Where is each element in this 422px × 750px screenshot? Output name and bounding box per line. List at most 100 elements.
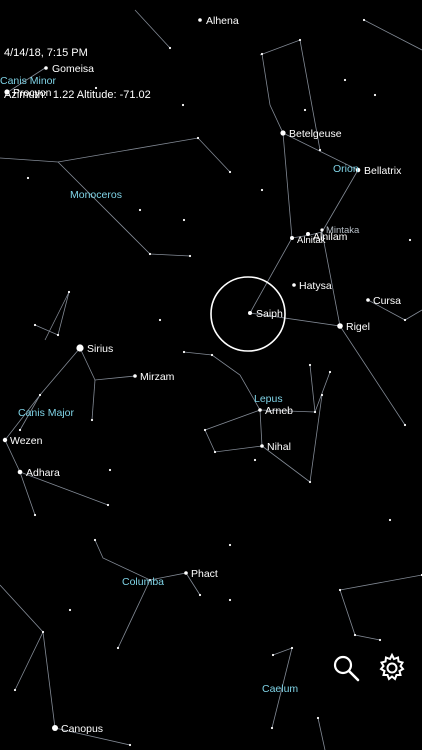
star-map[interactable]: Alhena GomeisaProcyon Betelgeuse Bellatrix M…	[0, 0, 422, 750]
faint-star	[308, 363, 312, 367]
faint-star	[271, 653, 275, 657]
star-procyon[interactable]	[4, 89, 10, 95]
faint-star	[320, 393, 324, 397]
constellation-label-columba: Columba	[122, 576, 164, 588]
faint-star	[94, 86, 98, 90]
star-label-wezen: Wezen	[10, 435, 43, 447]
gear-icon[interactable]	[376, 652, 408, 684]
faint-star	[362, 18, 366, 22]
constellation-label-caelum: Caelum	[262, 683, 298, 695]
star-label-canopus: Canopus	[61, 723, 103, 735]
faint-star	[373, 93, 377, 97]
constellation-label-lepus: Lepus	[254, 393, 283, 405]
faint-star	[260, 52, 264, 56]
faint-star	[13, 688, 17, 692]
faint-star	[168, 46, 172, 50]
star-label-sirius: Sirius	[87, 343, 113, 355]
faint-star	[403, 318, 407, 322]
star-saiph[interactable]	[248, 311, 252, 315]
star-label-arneb: Arneb	[265, 405, 293, 417]
faint-star	[148, 252, 152, 256]
faint-star	[313, 410, 317, 414]
constellation-label-monoceros: Monoceros	[70, 189, 122, 201]
faint-star	[128, 743, 132, 747]
faint-star	[203, 428, 207, 432]
star-label-cursa: Cursa	[373, 295, 401, 307]
constellation-lines	[0, 9, 422, 750]
star-label-rigel: Rigel	[346, 321, 370, 333]
faint-star	[138, 208, 142, 212]
faint-star	[253, 458, 257, 462]
faint-star	[33, 513, 37, 517]
star-mirzam[interactable]	[133, 374, 137, 378]
faint-star	[196, 136, 200, 140]
star-label-saiph: Saiph	[256, 308, 283, 320]
faint-star	[41, 630, 45, 634]
faint-star	[303, 108, 307, 112]
star-label-alnitak: Alnitak	[297, 235, 326, 246]
faint-star	[213, 450, 217, 454]
faint-star	[298, 38, 302, 42]
star-label-adhara: Adhara	[26, 467, 60, 479]
star-rigel[interactable]	[337, 323, 343, 329]
faint-star	[308, 480, 312, 484]
faint-star	[68, 608, 72, 612]
faint-star	[182, 350, 186, 354]
faint-star	[38, 393, 42, 397]
faint-star	[181, 103, 185, 107]
star-adhara[interactable]	[17, 469, 23, 475]
star-alhena[interactable]	[198, 18, 202, 22]
faint-star	[210, 353, 214, 357]
labels: Alhena GomeisaProcyon Betelgeuse Bellatrix M…	[0, 15, 402, 735]
star-label-hatysa: Hatysa	[299, 280, 332, 292]
faint-star	[408, 238, 412, 242]
star-field	[2, 18, 422, 747]
star-label-procyon: Procyon	[13, 87, 52, 99]
star-cursa[interactable]	[366, 298, 370, 302]
faint-star	[182, 218, 186, 222]
faint-star	[228, 543, 232, 547]
star-label-gomeisa: Gomeisa	[52, 63, 94, 75]
star-label-betelgeuse: Betelgeuse	[289, 128, 342, 140]
star-nihal[interactable]	[260, 444, 264, 448]
faint-star	[106, 503, 110, 507]
star-sirius[interactable]	[76, 344, 84, 352]
constellation-label-orion: Orion	[333, 163, 359, 175]
faint-star	[26, 176, 30, 180]
star-gomeisa[interactable]	[44, 66, 48, 70]
faint-star	[260, 188, 264, 192]
star-betelgeuse[interactable]	[280, 130, 286, 136]
faint-star	[328, 370, 332, 374]
faint-star	[90, 418, 94, 422]
star-wezen[interactable]	[2, 437, 8, 443]
faint-star	[338, 588, 342, 592]
faint-star	[378, 638, 382, 642]
faint-star	[343, 78, 347, 82]
star-phact[interactable]	[184, 571, 188, 575]
faint-star	[158, 318, 162, 322]
faint-star	[33, 323, 37, 327]
faint-star	[108, 468, 112, 472]
star-label-bellatrix: Bellatrix	[364, 165, 402, 177]
constellation-label-canis-major: Canis Major	[18, 407, 75, 419]
faint-star	[93, 538, 97, 542]
faint-star	[353, 633, 357, 637]
faint-star	[270, 726, 274, 730]
star-label-mirzam: Mirzam	[140, 371, 175, 383]
faint-star	[116, 646, 120, 650]
star-alnitak[interactable]	[290, 236, 294, 240]
faint-star	[228, 598, 232, 602]
star-hatysa[interactable]	[292, 283, 296, 287]
faint-star	[18, 428, 22, 432]
star-label-alhena: Alhena	[206, 15, 239, 27]
faint-star	[188, 254, 192, 258]
star-arneb[interactable]	[258, 408, 262, 412]
search-icon[interactable]	[330, 652, 362, 684]
faint-star	[228, 170, 232, 174]
star-label-phact: Phact	[191, 568, 218, 580]
faint-star	[318, 148, 322, 152]
faint-star	[290, 646, 294, 650]
star-canopus[interactable]	[52, 725, 58, 731]
faint-star	[56, 333, 60, 337]
faint-star	[388, 518, 392, 522]
